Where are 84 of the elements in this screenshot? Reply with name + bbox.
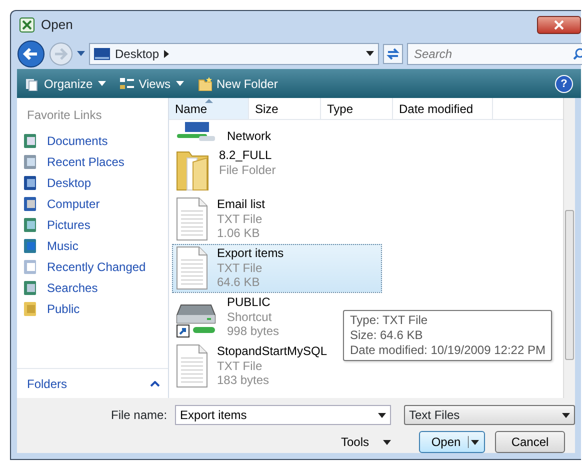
- text-file-icon: [175, 246, 209, 290]
- dropdown-caret-icon: [383, 440, 391, 444]
- views-icon: [120, 76, 134, 90]
- spreadsheet-icon: [19, 16, 35, 33]
- sidebar-item[interactable]: Desktop: [17, 172, 168, 193]
- search-field[interactable]: Search: [412, 44, 573, 64]
- desktop-icon: [94, 48, 110, 60]
- sort-arrow-icon: [205, 99, 213, 103]
- search-box[interactable]: Search: [407, 42, 582, 65]
- file-type: Shortcut: [227, 310, 273, 324]
- toolbar-button[interactable]: New Folder: [198, 74, 278, 92]
- file-name: Network: [227, 129, 272, 144]
- sidebar-item[interactable]: Pictures: [17, 214, 168, 235]
- split-caret-icon: [468, 436, 480, 448]
- file-item[interactable]: StopandStartMySQL TXT File 183 bytes: [172, 342, 334, 391]
- close-button[interactable]: [537, 16, 581, 34]
- open-button[interactable]: Open: [419, 431, 485, 453]
- pages-icon: [25, 76, 39, 90]
- refresh-icon: [383, 44, 403, 64]
- text-file-icon: [175, 197, 209, 241]
- toolbar-button[interactable]: Organize: [25, 74, 106, 92]
- column-header[interactable]: Name: [169, 98, 249, 119]
- sidebar-item[interactable]: Documents: [17, 130, 168, 151]
- location-text: Desktop: [115, 46, 160, 63]
- file-item[interactable]: Email list TXT File 1.06 KB: [172, 195, 272, 244]
- tooltip-line: Date modified: 10/19/2009 12:22 PM: [350, 343, 546, 358]
- text-file-icon: [175, 344, 209, 388]
- file-size: 1.06 KB: [217, 226, 261, 240]
- forward-button-icon: [49, 42, 73, 66]
- dropdown-caret-icon: [562, 412, 570, 418]
- dropdown-caret-icon: [378, 412, 386, 418]
- sidebar-item[interactable]: Recently Changed: [17, 256, 168, 277]
- file-type-select[interactable]: Text Files: [404, 405, 576, 425]
- back-button-icon: [17, 40, 45, 68]
- scrollbar[interactable]: [563, 98, 575, 398]
- sidebar-item[interactable]: Searches: [17, 277, 168, 298]
- help-button[interactable]: ?: [555, 74, 573, 92]
- file-name: Email list: [217, 197, 266, 212]
- file-type: TXT File: [217, 212, 264, 226]
- tools-menu-button[interactable]: Tools: [336, 431, 395, 453]
- library-icon: [23, 238, 39, 254]
- file-item[interactable]: 8.2_FULL File Folder: [172, 146, 283, 195]
- library-icon: [23, 258, 39, 274]
- library-icon: [23, 280, 39, 296]
- file-name: 8.2_FULL: [219, 148, 273, 163]
- close-icon: [554, 20, 564, 30]
- search-icon: [573, 48, 582, 60]
- new-folder-icon: [198, 76, 212, 90]
- sidebar-item[interactable]: Public: [17, 298, 168, 319]
- chevron-up-icon: [150, 380, 160, 386]
- file-size: 64.6 KB: [217, 275, 261, 289]
- sidebar-item[interactable]: Computer: [17, 193, 168, 214]
- sidebar-item[interactable]: Recent Places: [17, 151, 168, 172]
- file-item[interactable]: PUBLIC Shortcut 998 bytes: [172, 293, 286, 342]
- file-size: 998 bytes: [227, 324, 280, 338]
- cancel-button[interactable]: Cancel: [495, 431, 565, 453]
- tooltip-line: Type: TXT File: [350, 313, 429, 328]
- scroll-thumb[interactable]: [565, 210, 574, 360]
- file-type: TXT File: [217, 261, 264, 275]
- tooltip-line: Size: 64.6 KB: [350, 328, 424, 343]
- dropdown-caret-icon: [366, 51, 374, 56]
- address-bar[interactable]: Desktop: [89, 42, 379, 65]
- file-name: PUBLIC: [227, 295, 272, 310]
- folder-icon: [23, 300, 39, 316]
- file-type: File Folder: [219, 163, 276, 177]
- file-item[interactable]: Network: [172, 120, 278, 146]
- window-title: Open: [41, 16, 73, 34]
- file-name-combo[interactable]: Export items: [175, 405, 391, 425]
- monitor-icon: [23, 196, 39, 212]
- file-name: Export items: [217, 246, 284, 261]
- library-icon: [23, 216, 39, 232]
- file-item[interactable]: Export items TXT File 64.6 KB: [172, 244, 382, 293]
- file-size: 183 bytes: [217, 373, 270, 387]
- history-caret-icon: [77, 51, 85, 56]
- toolbar-button[interactable]: Views: [120, 74, 184, 92]
- file-name: StopandStartMySQL: [217, 344, 328, 359]
- library-icon: [23, 132, 39, 148]
- breadcrumb-arrow-icon: [164, 50, 170, 58]
- monitor-icon: [23, 174, 39, 190]
- library-icon: [23, 154, 39, 170]
- sidebar-item[interactable]: Music: [17, 235, 168, 256]
- field-label: File name:: [110, 407, 168, 424]
- section-heading: Favorite Links: [26, 107, 103, 124]
- file-type: TXT File: [217, 359, 264, 373]
